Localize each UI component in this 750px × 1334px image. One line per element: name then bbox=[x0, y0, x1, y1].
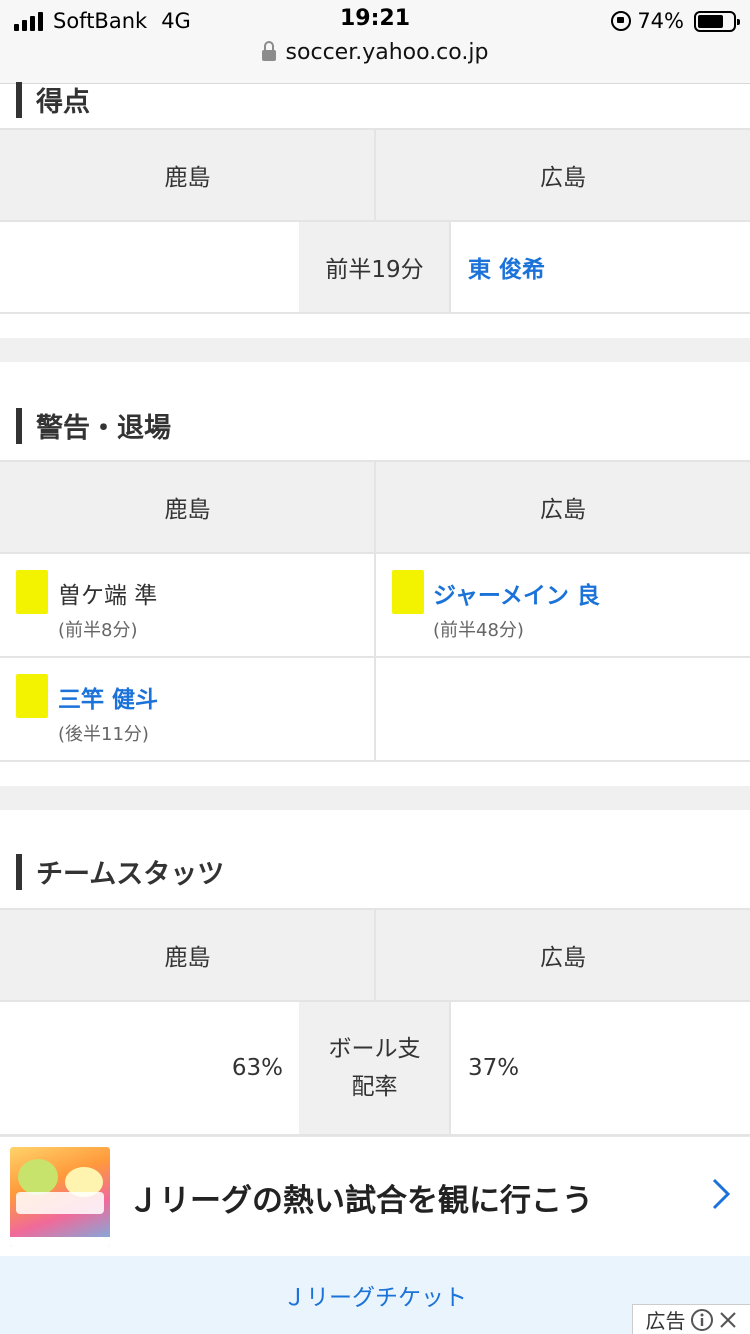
ad-tag[interactable]: 広告 bbox=[632, 1304, 750, 1334]
lock-icon bbox=[261, 40, 276, 63]
battery-icon bbox=[694, 10, 740, 32]
section-title-stats: チームスタッツ bbox=[16, 852, 224, 891]
heading-bar bbox=[16, 853, 22, 890]
stats-title: チームスタッツ bbox=[36, 859, 225, 890]
table-row: 曽ケ端 準 (前半8分) ジャーメイン 良 (前半48分) bbox=[0, 554, 750, 658]
stat-label-line2: 配率 bbox=[351, 1074, 398, 1100]
goal-time: 前半19分 bbox=[299, 222, 450, 312]
home-team-header: 鹿島 bbox=[164, 165, 211, 191]
section-divider bbox=[0, 338, 750, 362]
home-team-header: 鹿島 bbox=[164, 497, 211, 523]
section-title-cards: 警告・退場 bbox=[16, 406, 171, 445]
address-bar[interactable]: soccer.yahoo.co.jp bbox=[0, 40, 750, 65]
cards-header-row: 鹿島 広島 bbox=[0, 460, 750, 554]
table-row: 三竿 健斗 (後半11分) bbox=[0, 658, 750, 762]
card-time: (前半48分) bbox=[433, 620, 524, 641]
stat-label-line1: ボール支 bbox=[328, 1036, 421, 1062]
card-time: (前半8分) bbox=[58, 620, 138, 641]
table-row: 63% ボール支 配率 37% bbox=[0, 1002, 750, 1136]
section-title-scoring: 得点 bbox=[16, 80, 90, 119]
close-icon[interactable] bbox=[718, 1310, 738, 1330]
url-text[interactable]: soccer.yahoo.co.jp bbox=[286, 40, 489, 65]
heading-bar bbox=[16, 81, 22, 118]
away-team-header: 広島 bbox=[540, 945, 586, 971]
card-entry-away-empty bbox=[376, 658, 750, 760]
scoring-title: 得点 bbox=[36, 87, 90, 118]
stat-home-value: 63% bbox=[231, 1055, 283, 1081]
away-team-header: 広島 bbox=[540, 497, 586, 523]
rotation-lock-icon bbox=[611, 11, 632, 31]
away-team-header: 広島 bbox=[540, 165, 586, 191]
ad-tag-label: 広告 bbox=[645, 1309, 686, 1333]
player-name-link[interactable]: 三竿 健斗 bbox=[58, 680, 158, 714]
yellow-card-icon bbox=[16, 674, 48, 718]
home-team-header: 鹿島 bbox=[164, 945, 211, 971]
card-entry-home: 三竿 健斗 (後半11分) bbox=[0, 658, 374, 760]
battery-percent: 74% bbox=[637, 9, 684, 33]
yellow-card-icon bbox=[392, 570, 424, 614]
stat-label: ボール支 配率 bbox=[299, 1002, 450, 1134]
ad-banner[interactable]: Ｊリーグの熱い試合を観に行こう bbox=[0, 1136, 750, 1256]
status-icons: 74% bbox=[611, 8, 740, 34]
heading-bar bbox=[16, 407, 22, 444]
ad-image[interactable] bbox=[10, 1147, 110, 1247]
player-name-link[interactable]: ジャーメイン 良 bbox=[433, 576, 600, 610]
section-divider bbox=[0, 786, 750, 810]
card-entry-away: ジャーメイン 良 (前半48分) bbox=[376, 554, 750, 656]
browser-status-bar: SoftBank 4G 19:21 74% soccer.yahoo.co.jp bbox=[0, 0, 750, 84]
cards-title: 警告・退場 bbox=[36, 413, 171, 444]
scoring-header-row: 鹿島 広島 bbox=[0, 128, 750, 222]
ad-title[interactable]: Ｊリーグの熱い試合を観に行こう bbox=[128, 1175, 593, 1220]
player-name: 曽ケ端 準 bbox=[58, 583, 158, 609]
info-icon[interactable] bbox=[690, 1308, 714, 1332]
stat-away-value: 37% bbox=[468, 1055, 520, 1081]
table-row: 前半19分 東 俊希 bbox=[0, 222, 750, 314]
stats-header-row: 鹿島 広島 bbox=[0, 908, 750, 1002]
goal-away-player-link[interactable]: 東 俊希 bbox=[451, 222, 750, 312]
chevron-right-icon[interactable] bbox=[710, 1177, 732, 1211]
yellow-card-icon bbox=[16, 570, 48, 614]
card-entry-home: 曽ケ端 準 (前半8分) bbox=[0, 554, 374, 656]
card-time: (後半11分) bbox=[58, 724, 149, 745]
goal-home-player bbox=[0, 222, 299, 312]
